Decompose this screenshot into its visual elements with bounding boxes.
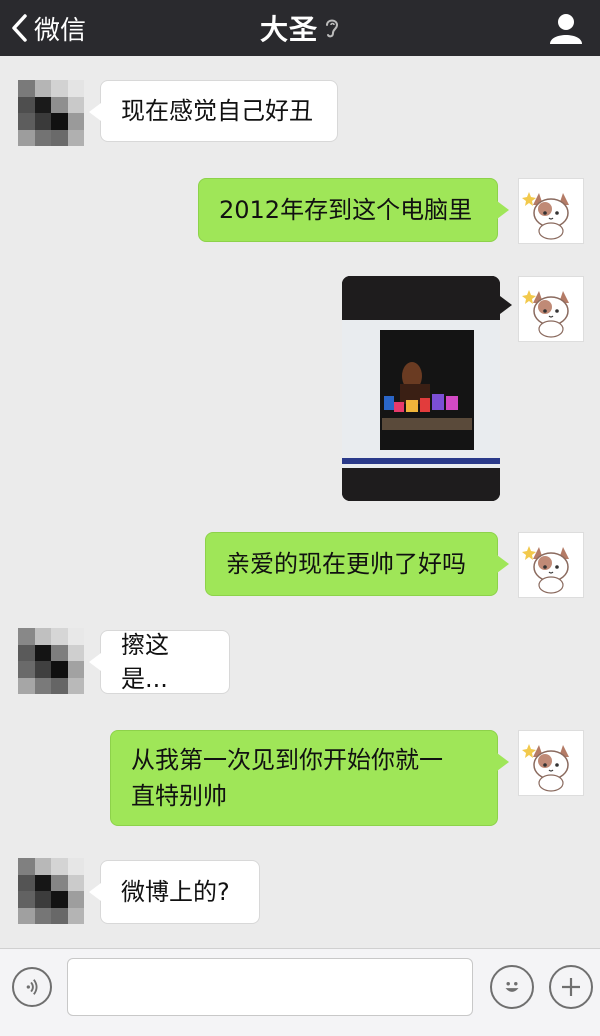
message-bubble-incoming[interactable]: 微博上的? [89, 860, 260, 924]
message-line: 从我第一次见到你开始你就一 [131, 746, 443, 774]
title-area: 大圣 [0, 8, 600, 48]
message-bubble-incoming[interactable]: 现在感觉自己好丑 [89, 80, 338, 142]
message-bubble-incoming[interactable]: 擦这是... [89, 630, 230, 694]
my-avatar[interactable] [518, 178, 584, 244]
message-text: 擦这是... [121, 631, 169, 693]
voice-icon [26, 979, 38, 995]
chat-header: 微信 大圣 [0, 0, 600, 56]
cat-avatar-icon [522, 744, 569, 792]
photo-thumbnail [342, 276, 500, 501]
plus-button[interactable] [549, 965, 593, 1009]
ear-icon [326, 19, 339, 38]
my-avatar[interactable] [518, 276, 584, 342]
cat-avatar-icon [522, 546, 569, 594]
contact-avatar[interactable] [18, 858, 84, 924]
message-bubble-outgoing[interactable]: 从我第一次见到你开始你就一 直特别帅 [110, 730, 509, 826]
my-avatar[interactable] [518, 532, 584, 598]
message-line: 直特别帅 [131, 782, 227, 810]
message-bubble-outgoing[interactable]: 亲爱的现在更帅了好吗 [205, 532, 509, 596]
image-message[interactable] [342, 276, 500, 501]
message-input[interactable] [67, 958, 473, 1016]
message-text: 2012年存到这个电脑里 [219, 196, 473, 224]
cat-avatar-icon [522, 192, 569, 240]
message-text: 微博上的? [121, 878, 230, 906]
image-bubble-tail [500, 296, 512, 314]
person-icon[interactable] [548, 10, 584, 46]
contact-avatar[interactable] [18, 80, 84, 146]
message-text: 从我第一次见到你开始你就一 直特别帅 [131, 742, 443, 814]
chat-title: 大圣 [259, 13, 318, 46]
cat-avatar-icon [522, 290, 569, 338]
message-text: 亲爱的现在更帅了好吗 [226, 550, 466, 578]
emoji-button[interactable] [490, 965, 534, 1009]
contact-avatar[interactable] [18, 628, 84, 694]
voice-button[interactable] [12, 967, 52, 1007]
plus-icon [562, 978, 580, 996]
message-bubble-outgoing[interactable]: 2012年存到这个电脑里 [198, 178, 509, 242]
my-avatar[interactable] [518, 730, 584, 796]
message-text: 现在感觉自己好丑 [121, 97, 313, 125]
emoji-icon [505, 982, 519, 992]
